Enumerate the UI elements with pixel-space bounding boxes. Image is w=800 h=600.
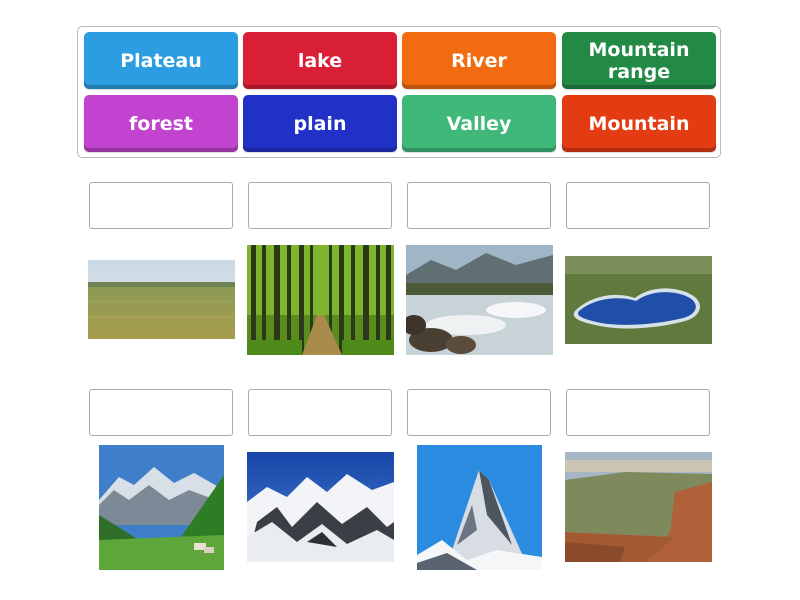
tile-label: forest bbox=[129, 112, 193, 135]
tile-label: River bbox=[451, 49, 507, 72]
lake-image bbox=[565, 256, 712, 344]
river-image bbox=[406, 245, 553, 355]
drop-box-8[interactable] bbox=[566, 389, 710, 436]
tile-label: Plateau bbox=[120, 49, 202, 72]
plain-image bbox=[88, 260, 235, 339]
mountain-range-image bbox=[247, 452, 394, 562]
drop-box-2[interactable] bbox=[248, 182, 392, 229]
tile-plateau[interactable]: Plateau bbox=[84, 32, 238, 89]
valley-image bbox=[99, 445, 224, 570]
forest-image bbox=[247, 245, 394, 355]
tile-label: Mountain bbox=[588, 112, 690, 135]
drop-box-5[interactable] bbox=[89, 389, 233, 436]
drop-box-6[interactable] bbox=[248, 389, 392, 436]
drop-box-4[interactable] bbox=[566, 182, 710, 229]
mountain-image bbox=[417, 445, 542, 570]
tile-lake[interactable]: lake bbox=[243, 32, 397, 89]
tile-plain[interactable]: plain bbox=[243, 95, 397, 152]
tile-forest[interactable]: forest bbox=[84, 95, 238, 152]
tile-mountain[interactable]: Mountain bbox=[562, 95, 716, 152]
drop-box-3[interactable] bbox=[407, 182, 551, 229]
drop-box-1[interactable] bbox=[89, 182, 233, 229]
tile-mountain-range[interactable]: Mountain range bbox=[562, 32, 716, 89]
tile-river[interactable]: River bbox=[402, 32, 556, 89]
plateau-image bbox=[565, 452, 712, 562]
tile-valley[interactable]: Valley bbox=[402, 95, 556, 152]
tile-label: Valley bbox=[446, 112, 512, 135]
drop-box-7[interactable] bbox=[407, 389, 551, 436]
tile-label: plain bbox=[293, 112, 347, 135]
tile-label: lake bbox=[297, 49, 343, 72]
tile-label: Mountain range bbox=[588, 38, 690, 83]
